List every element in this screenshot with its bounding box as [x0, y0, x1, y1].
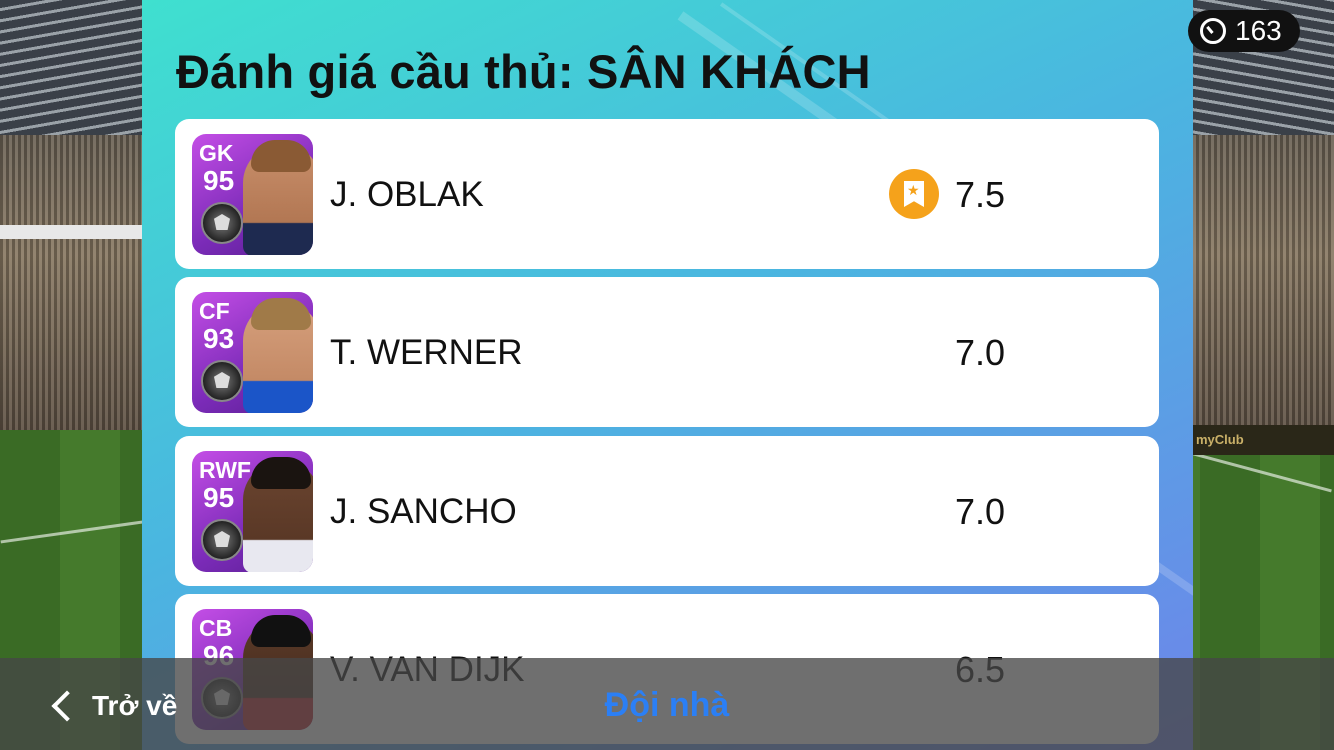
player-rating: 7.5 — [955, 174, 1006, 215]
star-bookmark-icon — [889, 169, 939, 219]
player-card: RWF 95 — [192, 451, 313, 572]
shield-badge-icon — [201, 360, 243, 402]
crowd-left — [0, 135, 150, 435]
player-card: CF 93 — [192, 292, 313, 413]
player-hair — [251, 457, 311, 489]
player-overall: 93 — [203, 323, 235, 354]
player-position: RWF — [199, 457, 251, 483]
chevron-left-icon — [51, 690, 83, 722]
player-position: CB — [199, 615, 233, 641]
shield-badge-icon — [201, 202, 243, 244]
player-row[interactable]: RWF 95 J. SANCHO 7.0 — [175, 436, 1159, 586]
player-hair — [251, 140, 311, 172]
player-row[interactable]: CF 93 T. WERNER 7.0 — [175, 277, 1159, 427]
stadium-roof-left — [0, 0, 150, 140]
crowd-right — [1184, 135, 1334, 435]
ad-board-right: myClub — [1184, 425, 1334, 455]
ad-board-text: myClub — [1196, 432, 1244, 447]
player-row[interactable]: GK 95 J. OBLAK 7.5 — [175, 119, 1159, 269]
back-label: Trở về — [92, 690, 178, 721]
stopwatch-icon — [1200, 18, 1226, 44]
shield-badge-icon — [201, 519, 243, 561]
player-rating: 7.0 — [955, 491, 1006, 532]
player-name: J. SANCHO — [330, 492, 517, 531]
player-card: GK 95 — [192, 134, 313, 255]
player-position: CF — [199, 298, 230, 324]
player-hair — [251, 298, 311, 330]
player-rating: 7.0 — [955, 332, 1006, 373]
page-title: Đánh giá cầu thủ: SÂN KHÁCH — [176, 45, 871, 98]
timer-value: 163 — [1235, 15, 1282, 46]
player-overall: 95 — [203, 165, 235, 196]
player-position: GK — [199, 140, 234, 166]
ad-board-left — [0, 225, 150, 239]
player-name: J. OBLAK — [330, 175, 484, 214]
home-team-tab[interactable]: Đội nhà — [0, 686, 1334, 725]
player-rating-panel: Đánh giá cầu thủ: SÂN KHÁCH GK 95 J. OBL… — [142, 0, 1193, 750]
player-name: T. WERNER — [330, 333, 523, 372]
back-button[interactable]: Trở về — [50, 686, 177, 726]
bottom-bar: Đội nhà Trở về — [0, 658, 1334, 750]
player-overall: 95 — [203, 482, 235, 513]
player-hair — [251, 615, 311, 647]
match-timer: 163 — [1188, 10, 1300, 52]
